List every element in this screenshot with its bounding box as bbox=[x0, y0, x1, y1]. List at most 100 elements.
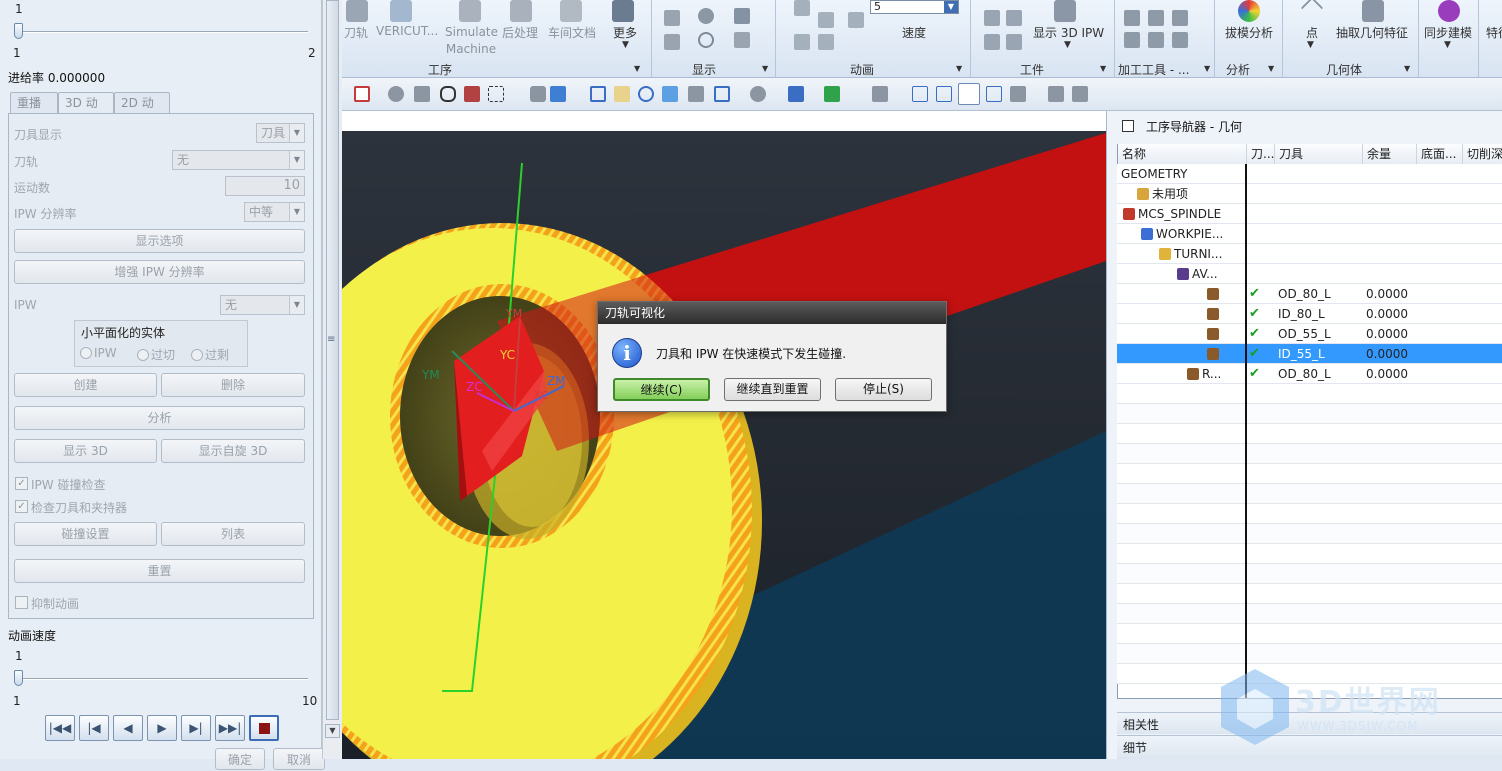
show-spin-3d-button[interactable]: 显示自旋 3D bbox=[161, 439, 305, 463]
ribbon-sync-modeling[interactable]: 同步建模 bbox=[1424, 24, 1472, 41]
tab-3d-dynamic[interactable]: 3D 动态 bbox=[58, 92, 114, 130]
chevron-down-icon[interactable]: ▼ bbox=[1204, 64, 1210, 73]
scroll-down-arrow[interactable]: ▼ bbox=[325, 724, 340, 738]
top-slider-thumb[interactable] bbox=[14, 23, 23, 39]
analyze-button[interactable]: 分析 bbox=[14, 406, 305, 430]
tree-icon-2[interactable] bbox=[936, 86, 952, 102]
ribbon-extract-geometry[interactable]: 抽取几何特征 bbox=[1336, 24, 1408, 41]
ribbon-shop-doc[interactable]: 车间文档 bbox=[548, 24, 596, 41]
ok-button[interactable]: 确定 bbox=[215, 748, 265, 770]
col-name[interactable]: 名称 bbox=[1118, 144, 1247, 164]
table-row[interactable]: ✔ OD_80_L 0.0000 bbox=[1117, 284, 1502, 304]
step-anim-2-icon[interactable] bbox=[848, 12, 864, 28]
tool-icon-6[interactable] bbox=[1172, 32, 1188, 48]
anim-speed-track[interactable] bbox=[18, 678, 308, 680]
op-icon-1[interactable] bbox=[1048, 86, 1064, 102]
table-row[interactable]: ✔ ID_80_L 0.0000 bbox=[1117, 304, 1502, 324]
pin-icon[interactable] bbox=[1122, 120, 1134, 132]
continue-button[interactable]: 继续(C) bbox=[613, 378, 710, 401]
col-tool-status[interactable]: 刀... bbox=[1247, 144, 1275, 164]
check-tool-holder-checkbox[interactable]: ✓ bbox=[15, 500, 28, 513]
table-row[interactable]: MCS_SPINDLE bbox=[1117, 204, 1502, 224]
orient-icon[interactable] bbox=[824, 86, 840, 102]
layer-icon[interactable] bbox=[688, 86, 704, 102]
create-button[interactable]: 创建 bbox=[14, 373, 157, 397]
col-tool[interactable]: 刀具 bbox=[1275, 144, 1363, 164]
view-cube-icon[interactable] bbox=[788, 86, 804, 102]
play-anim-icon[interactable] bbox=[794, 0, 810, 16]
show-3d-button[interactable]: 显示 3D bbox=[14, 439, 157, 463]
polygon-icon[interactable] bbox=[440, 86, 456, 102]
tool-icon-2[interactable] bbox=[1148, 10, 1164, 26]
box-select-icon[interactable] bbox=[488, 86, 504, 102]
panel-scrollbar[interactable]: ≡ ▼ bbox=[322, 0, 342, 759]
details-panel[interactable]: 细节 bbox=[1117, 735, 1502, 759]
reset-button[interactable]: 重置 bbox=[14, 559, 305, 583]
table-row[interactable]: WORKPIE... bbox=[1117, 224, 1502, 244]
cube-icon[interactable] bbox=[550, 86, 566, 102]
workpiece-icon-3[interactable] bbox=[984, 34, 1000, 50]
ribbon-vericut[interactable]: VERICUT... bbox=[376, 24, 438, 38]
ribbon-show-3d-ipw[interactable]: 显示 3D IPW bbox=[1033, 24, 1104, 41]
select-icon[interactable] bbox=[354, 86, 370, 102]
col-stock[interactable]: 余量 bbox=[1363, 144, 1417, 164]
tool-icon-3[interactable] bbox=[1172, 10, 1188, 26]
workpiece-icon-2[interactable] bbox=[1006, 10, 1022, 26]
wcs-icon[interactable] bbox=[872, 86, 888, 102]
top-slider-track[interactable] bbox=[18, 31, 308, 33]
tool-icon-4[interactable] bbox=[1124, 32, 1140, 48]
radio-ipw[interactable]: IPW bbox=[80, 346, 117, 360]
table-row[interactable]: AV... bbox=[1117, 264, 1502, 284]
motion-count-input[interactable]: 10 bbox=[225, 176, 305, 196]
display-options-button[interactable]: 显示选项 bbox=[14, 229, 305, 253]
chevron-down-icon[interactable]: ▼ bbox=[762, 64, 768, 73]
radio-overcut[interactable]: 过切 bbox=[137, 346, 175, 363]
toolpath-display-icon[interactable] bbox=[664, 34, 680, 50]
delete-button[interactable]: 删除 bbox=[161, 373, 305, 397]
collision-settings-button[interactable]: 碰撞设置 bbox=[14, 522, 157, 546]
geometry-view-icon[interactable] bbox=[958, 83, 980, 105]
fit-icon[interactable] bbox=[590, 86, 606, 102]
ipw-collision-checkbox[interactable]: ✓ bbox=[15, 477, 28, 490]
tool-icon-5[interactable] bbox=[1148, 32, 1164, 48]
anim-speed-thumb[interactable] bbox=[14, 670, 23, 686]
chevron-down-icon[interactable]: ▼ bbox=[956, 64, 962, 73]
ribbon-draft-analysis[interactable]: 拔模分析 bbox=[1225, 24, 1273, 41]
method-view-icon[interactable] bbox=[986, 86, 1002, 102]
tab-2d-dynamic[interactable]: 2D 动态 bbox=[114, 92, 170, 130]
table-row[interactable]: R... ✔ OD_80_L 0.0000 bbox=[1117, 364, 1502, 384]
table-row[interactable]: 未用项 bbox=[1117, 184, 1502, 204]
speed-input[interactable]: 5 ▼ bbox=[870, 0, 959, 14]
op-icon-2[interactable] bbox=[1072, 86, 1088, 102]
play-reverse-button[interactable]: ◀ bbox=[113, 715, 143, 741]
stop-button[interactable] bbox=[249, 715, 279, 741]
ribbon-toolpath[interactable]: 刀轨 bbox=[344, 24, 368, 41]
pan-icon[interactable] bbox=[662, 86, 678, 102]
ribbon-simulate-machine[interactable]: Simulate Machine bbox=[445, 24, 498, 58]
scrollbar-thumb[interactable] bbox=[326, 0, 339, 720]
filter-icon[interactable] bbox=[464, 86, 480, 102]
table-row[interactable]: ✔ OD_55_L 0.0000 bbox=[1117, 324, 1502, 344]
step-anim-icon[interactable] bbox=[818, 12, 834, 28]
solid-icon[interactable] bbox=[530, 86, 546, 102]
col-cut-depth[interactable]: 切削深 bbox=[1463, 144, 1502, 164]
suppress-animation-checkbox[interactable] bbox=[15, 596, 28, 609]
machine-view-icon[interactable] bbox=[1010, 86, 1026, 102]
display-icon[interactable] bbox=[664, 10, 680, 26]
step-back-button[interactable]: |◀ bbox=[79, 715, 109, 741]
table-row[interactable]: TURNI... bbox=[1117, 244, 1502, 264]
zoom-icon[interactable] bbox=[614, 86, 630, 102]
ribbon-more[interactable]: 更多 bbox=[613, 24, 637, 41]
tree-icon-1[interactable] bbox=[912, 86, 928, 102]
chevron-down-icon[interactable]: ▼ bbox=[634, 64, 640, 73]
pause-anim-icon[interactable] bbox=[794, 34, 810, 50]
snap-icon-2[interactable] bbox=[414, 86, 430, 102]
back-anim-icon[interactable] bbox=[818, 34, 834, 50]
tool-icon-1[interactable] bbox=[1124, 10, 1140, 26]
skip-to-end-button[interactable]: ▶▶| bbox=[215, 715, 245, 741]
cancel-button[interactable]: 取消 bbox=[273, 748, 325, 770]
skip-to-start-button[interactable]: |◀◀ bbox=[45, 715, 75, 741]
target-icon[interactable] bbox=[698, 32, 714, 48]
ribbon-feature[interactable]: 特征 bbox=[1486, 24, 1502, 41]
col-floor[interactable]: 底面... bbox=[1417, 144, 1463, 164]
